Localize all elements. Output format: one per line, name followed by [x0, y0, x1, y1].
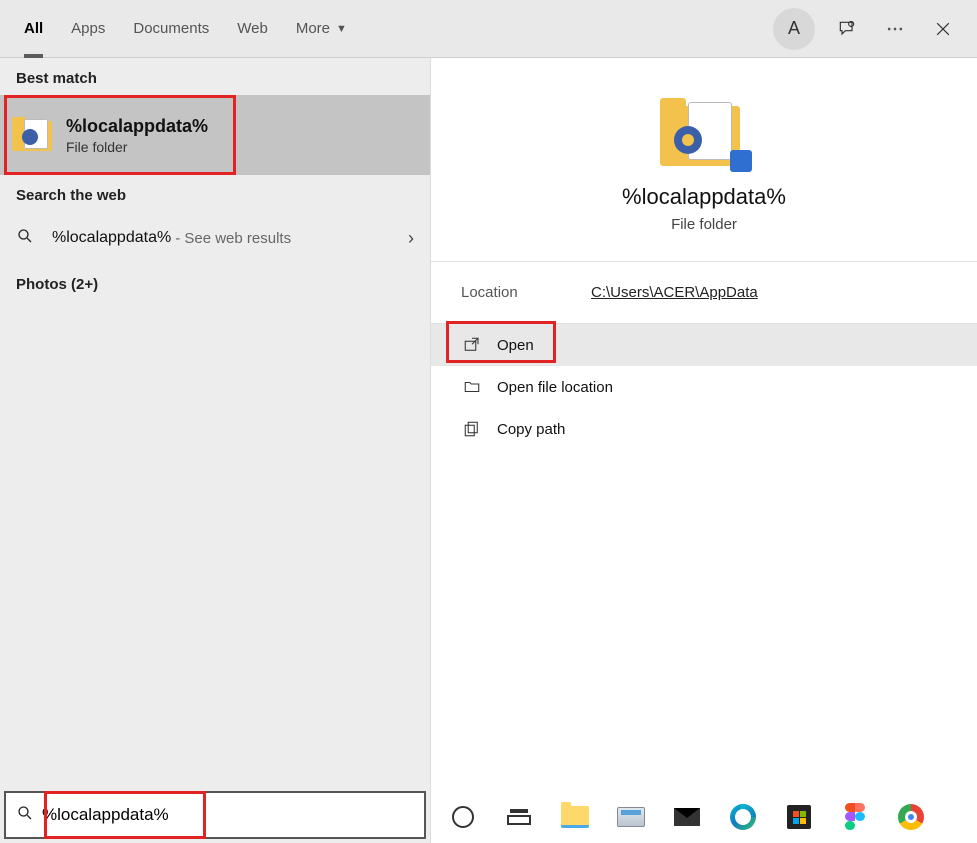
web-search-term: %localappdata% [52, 229, 171, 247]
tab-web[interactable]: Web [223, 0, 282, 58]
feedback-icon[interactable] [823, 5, 871, 53]
best-match-label: Best match [0, 58, 430, 95]
tab-all[interactable]: All [10, 0, 57, 58]
search-web-label: Search the web [0, 175, 430, 212]
best-match-subtitle: File folder [66, 139, 208, 155]
folder-icon [660, 98, 748, 170]
folder-location-icon [461, 378, 483, 396]
tab-more[interactable]: More ▼ [282, 0, 361, 58]
user-avatar[interactable]: A [773, 8, 815, 50]
more-options-icon[interactable] [871, 5, 919, 53]
search-bar[interactable] [4, 791, 426, 839]
figma-icon[interactable] [838, 800, 872, 834]
search-input[interactable] [42, 805, 418, 825]
tab-documents[interactable]: Documents [119, 0, 223, 58]
preview-header: %localappdata% File folder [431, 58, 977, 262]
mail-icon[interactable] [670, 800, 704, 834]
taskbar [432, 791, 977, 843]
best-match-text: %localappdata% File folder [66, 116, 208, 155]
location-row: Location C:\Users\ACER\AppData [431, 262, 977, 324]
best-match-item[interactable]: %localappdata% File folder [0, 95, 430, 175]
best-match-title: %localappdata% [66, 116, 208, 137]
location-value[interactable]: C:\Users\ACER\AppData [591, 284, 758, 301]
search-icon [16, 227, 34, 250]
folder-icon [12, 115, 56, 155]
file-explorer-icon[interactable] [558, 800, 592, 834]
action-open[interactable]: Open [431, 324, 977, 366]
search-header: All Apps Documents Web More ▼ A [0, 0, 977, 58]
preview-actions: Open Open file location Copy path [431, 324, 977, 450]
tab-apps[interactable]: Apps [57, 0, 119, 58]
chevron-right-icon: › [408, 228, 414, 249]
bottom-bar [0, 787, 977, 843]
preview-subtitle: File folder [671, 216, 737, 233]
chrome-icon[interactable] [894, 800, 928, 834]
on-screen-keyboard-icon[interactable] [614, 800, 648, 834]
cortana-icon[interactable] [446, 800, 480, 834]
windows-search-window: All Apps Documents Web More ▼ A Best mat… [0, 0, 977, 843]
copy-icon [461, 420, 483, 438]
preview-pane: %localappdata% File folder Location C:\U… [430, 58, 977, 843]
action-open-file-location[interactable]: Open file location [431, 366, 977, 408]
results-pane: Best match %localappdata% File folder Se… [0, 58, 430, 843]
filter-tabs: All Apps Documents Web More ▼ [10, 0, 361, 58]
action-open-loc-label: Open file location [497, 379, 613, 396]
search-icon [16, 804, 34, 827]
action-copy-path[interactable]: Copy path [431, 408, 977, 450]
web-search-suffix: - See web results [175, 230, 291, 247]
photos-label[interactable]: Photos (2+) [0, 264, 430, 301]
edge-icon[interactable] [726, 800, 760, 834]
close-icon[interactable] [919, 5, 967, 53]
preview-title: %localappdata% [622, 184, 786, 210]
tab-more-label: More [296, 20, 330, 37]
action-open-label: Open [497, 337, 534, 354]
chevron-down-icon: ▼ [336, 23, 347, 35]
web-search-item[interactable]: %localappdata% - See web results › [0, 212, 430, 264]
task-view-icon[interactable] [502, 800, 536, 834]
microsoft-store-icon[interactable] [782, 800, 816, 834]
open-icon [461, 336, 483, 354]
search-body: Best match %localappdata% File folder Se… [0, 58, 977, 843]
location-label: Location [461, 284, 591, 301]
action-copy-path-label: Copy path [497, 421, 565, 438]
